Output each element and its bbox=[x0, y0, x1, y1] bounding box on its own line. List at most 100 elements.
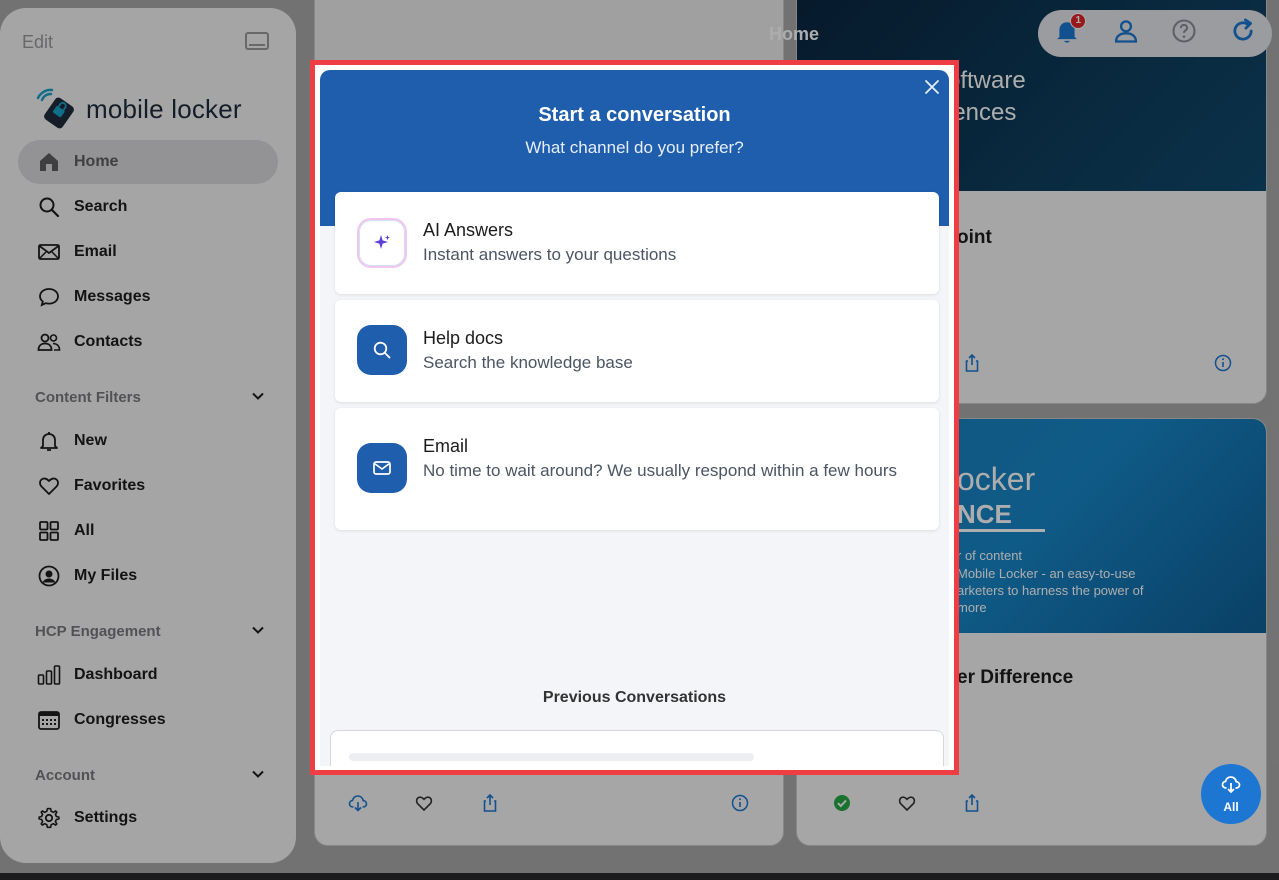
sidebar-item-label: New bbox=[74, 432, 107, 449]
chevron-down-icon[interactable] bbox=[251, 767, 265, 785]
cloud-download-icon[interactable] bbox=[348, 793, 368, 813]
sidebar-item-new[interactable]: New bbox=[18, 419, 278, 463]
sidebar-item-label: Congresses bbox=[74, 711, 166, 728]
modal-title: Start a conversation bbox=[538, 104, 731, 126]
placeholder-line bbox=[349, 753, 754, 761]
heart-icon[interactable] bbox=[414, 793, 434, 813]
thumb-text: NCE bbox=[957, 499, 1012, 529]
refresh-button[interactable] bbox=[1228, 17, 1258, 50]
sidebar-item-label: Dashboard bbox=[74, 666, 158, 683]
info-icon[interactable] bbox=[1213, 353, 1233, 373]
section-title: Content Filters bbox=[35, 389, 141, 406]
heart-icon bbox=[36, 473, 62, 499]
bar-chart-icon bbox=[36, 662, 62, 688]
edit-button[interactable]: Edit bbox=[22, 32, 53, 53]
chat-bubble-icon bbox=[36, 284, 62, 310]
sidebar-item-dashboard[interactable]: Dashboard bbox=[18, 653, 278, 697]
share-icon[interactable] bbox=[480, 793, 500, 813]
cloud-download-icon bbox=[1221, 775, 1241, 798]
share-icon[interactable] bbox=[962, 793, 982, 813]
thumb-text: more bbox=[957, 600, 987, 615]
sparkle-icon bbox=[357, 218, 407, 268]
sidebar-item-favorites[interactable]: Favorites bbox=[18, 464, 278, 508]
home-icon bbox=[36, 149, 62, 175]
sidebar-item-search[interactable]: Search bbox=[18, 185, 278, 229]
modal-subtitle: What channel do you prefer? bbox=[525, 138, 744, 157]
sidebar-item-congresses[interactable]: Congresses bbox=[18, 698, 278, 742]
divider bbox=[957, 529, 1045, 532]
search-icon bbox=[36, 194, 62, 220]
option-title: Email bbox=[423, 436, 469, 456]
share-icon[interactable] bbox=[962, 353, 982, 373]
conversation-modal: Start a conversation What channel do you… bbox=[320, 70, 949, 766]
info-icon[interactable] bbox=[730, 793, 750, 813]
chevron-down-icon[interactable] bbox=[251, 623, 265, 641]
sidebar-item-contacts[interactable]: Contacts bbox=[18, 320, 278, 364]
sidebar-toggle-icon[interactable] bbox=[245, 32, 269, 50]
previous-conversation-item[interactable] bbox=[330, 730, 944, 766]
mail-icon bbox=[357, 443, 407, 493]
help-icon bbox=[1170, 17, 1198, 50]
sidebar-item-label: Messages bbox=[74, 288, 151, 305]
download-all-button[interactable]: All bbox=[1201, 764, 1261, 824]
option-help-docs[interactable]: Help docs Search the knowledge base bbox=[335, 300, 939, 402]
contacts-icon bbox=[36, 329, 62, 355]
page-title: Home bbox=[769, 24, 820, 44]
user-icon bbox=[1112, 17, 1140, 50]
sidebar-item-home[interactable]: Home bbox=[18, 140, 278, 184]
calendar-icon bbox=[36, 707, 62, 733]
thumb-text: arketers to harness the power of bbox=[957, 583, 1144, 598]
close-icon bbox=[923, 80, 941, 100]
thumb-text: Mobile Locker - an easy-to-use bbox=[957, 566, 1136, 581]
section-title: Account bbox=[35, 767, 95, 784]
sidebar-item-settings[interactable]: Settings bbox=[18, 796, 278, 840]
option-title: Help docs bbox=[423, 328, 504, 348]
sidebar-item-label: All bbox=[74, 522, 95, 539]
sidebar-item-label: Favorites bbox=[74, 477, 146, 494]
sidebar-item-messages[interactable]: Messages bbox=[18, 275, 278, 319]
highlight-frame: Start a conversation What channel do you… bbox=[310, 60, 959, 775]
brand-logo: mobile locker bbox=[34, 86, 242, 132]
sidebar-item-label: Email bbox=[74, 243, 117, 260]
previous-conversations-title: Previous Conversations bbox=[542, 689, 727, 706]
thumb-text: r of content bbox=[957, 548, 1023, 563]
help-button[interactable] bbox=[1169, 19, 1199, 49]
option-title: AI Answers bbox=[423, 220, 514, 240]
refresh-icon bbox=[1229, 17, 1257, 50]
mail-icon bbox=[36, 239, 62, 265]
grid-icon bbox=[36, 518, 62, 544]
card-title: er Difference bbox=[957, 667, 1074, 688]
sidebar-item-label: Search bbox=[74, 198, 128, 215]
sidebar-item-email[interactable]: Email bbox=[18, 230, 278, 274]
notification-badge: 1 bbox=[1070, 12, 1087, 29]
close-button[interactable] bbox=[923, 78, 941, 96]
section-hcp-engagement[interactable]: HCP Engagement bbox=[35, 623, 265, 641]
mobile-locker-logo-icon bbox=[34, 86, 80, 132]
bottom-strip bbox=[0, 873, 1279, 880]
sidebar-item-label: Settings bbox=[74, 809, 138, 826]
section-content-filters[interactable]: Content Filters bbox=[35, 389, 265, 407]
chevron-down-icon[interactable] bbox=[251, 389, 265, 407]
top-toolbar: 1 bbox=[1038, 10, 1272, 57]
option-description: Search the knowledge base bbox=[423, 353, 633, 372]
option-description: No time to wait around? We usually respo… bbox=[423, 461, 898, 480]
heart-icon[interactable] bbox=[897, 793, 917, 813]
sidebar-item-all[interactable]: All bbox=[18, 509, 278, 553]
notifications-button[interactable]: 1 bbox=[1052, 12, 1087, 49]
option-email[interactable]: Email No time to wait around? We usually… bbox=[335, 408, 939, 530]
option-description: Instant answers to your questions bbox=[423, 245, 677, 264]
brand-name: mobile locker bbox=[86, 93, 242, 124]
section-account[interactable]: Account bbox=[35, 767, 265, 785]
sidebar-item-my-files[interactable]: My Files bbox=[18, 554, 278, 598]
user-circle-icon bbox=[36, 563, 62, 589]
sidebar: Edit mobile locker Home Search Email Mes… bbox=[0, 8, 296, 863]
profile-button[interactable] bbox=[1111, 19, 1141, 49]
thumb-text: ocker bbox=[957, 461, 1036, 497]
sidebar-item-label: My Files bbox=[74, 567, 138, 584]
section-title: HCP Engagement bbox=[35, 623, 161, 640]
sidebar-item-label: Contacts bbox=[74, 333, 143, 350]
option-ai-answers[interactable]: AI Answers Instant answers to your quest… bbox=[335, 192, 939, 294]
bell-icon bbox=[36, 428, 62, 454]
fab-label: All bbox=[1223, 799, 1239, 814]
check-circle-icon bbox=[832, 793, 852, 813]
